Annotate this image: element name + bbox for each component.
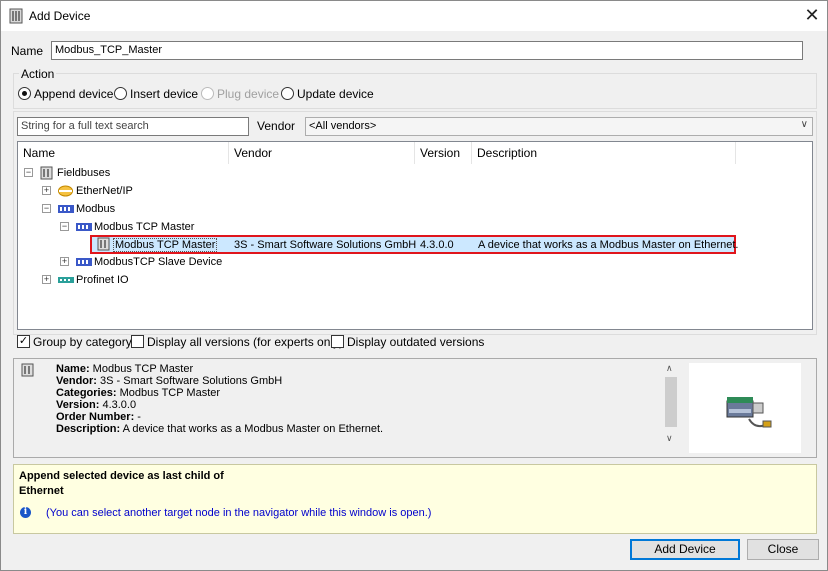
display-all-versions-label[interactable]: Display all versions (for experts only)	[147, 335, 343, 349]
expand-toggle[interactable]: +	[42, 186, 51, 195]
info-icon: i	[20, 507, 31, 518]
vendor-label: Vendor	[257, 119, 296, 133]
info-vendor: Vendor: 3S - Smart Software Solutions Gm…	[56, 375, 283, 387]
append-device-label[interactable]: Append device	[34, 87, 113, 101]
group-by-category-checkbox[interactable]: ✓	[17, 335, 30, 348]
device-vendor-cell: 3S - Smart Software Solutions GmbH	[234, 239, 417, 251]
info-version: Version: 4.3.0.0	[56, 399, 137, 411]
message-line2: Ethernet	[19, 485, 64, 497]
ethernet-ip-icon	[58, 185, 73, 197]
chevron-down-icon[interactable]: ∨	[801, 119, 808, 130]
modbus-icon	[58, 205, 74, 213]
column-header-description[interactable]: Description	[472, 142, 736, 164]
append-device-radio[interactable]	[18, 87, 31, 100]
tree-item-modbustcp-slave-device[interactable]: ModbusTCP Slave Device	[94, 256, 222, 274]
update-device-radio[interactable]	[281, 87, 294, 100]
device-name-cell: Modbus TCP Master	[112, 238, 218, 252]
profinet-icon	[58, 277, 74, 283]
modbus-icon	[76, 258, 92, 266]
device-icon	[9, 8, 23, 24]
column-header-name[interactable]: Name	[18, 142, 229, 164]
collapse-toggle[interactable]: −	[24, 168, 33, 177]
column-header-vendor[interactable]: Vendor	[229, 142, 415, 164]
device-icon	[21, 363, 34, 377]
modbus-device-picture	[726, 397, 772, 428]
insert-device-label[interactable]: Insert device	[130, 87, 198, 101]
close-button[interactable]: Close	[747, 539, 819, 560]
device-table: Name Vendor Version Description − Fieldb…	[17, 141, 813, 330]
scroll-down-icon[interactable]: ∨	[666, 433, 673, 444]
add-device-button[interactable]: Add Device	[630, 539, 740, 560]
tree-item-ethernet-ip[interactable]: EtherNet/IP	[76, 185, 133, 203]
vendor-select-value: <All vendors>	[309, 120, 377, 132]
device-image	[689, 363, 801, 453]
display-outdated-checkbox[interactable]	[331, 335, 344, 348]
scroll-thumb[interactable]	[665, 377, 677, 427]
vendor-select[interactable]: <All vendors> ∨	[305, 117, 813, 136]
info-categories: Categories: Modbus TCP Master	[56, 387, 221, 399]
update-device-label[interactable]: Update device	[297, 87, 374, 101]
display-all-versions-checkbox[interactable]	[131, 335, 144, 348]
display-outdated-label[interactable]: Display outdated versions	[347, 335, 484, 349]
action-legend: Action	[19, 67, 57, 81]
title-bar: Add Device ✕	[1, 1, 827, 31]
add-device-dialog: Add Device ✕ Name Modbus_TCP_Master Acti…	[0, 0, 828, 571]
info-name: Name: Modbus TCP Master	[56, 363, 194, 375]
expand-toggle[interactable]: +	[42, 275, 51, 284]
message-line1: Append selected device as last child of	[19, 470, 224, 482]
expand-toggle[interactable]: +	[60, 257, 69, 266]
info-order-number: Order Number: -	[56, 411, 141, 423]
tree-item-profinet-io[interactable]: Profinet IO	[76, 274, 129, 292]
group-by-category-label[interactable]: Group by category	[33, 335, 132, 349]
device-icon	[97, 237, 110, 251]
device-description-cell: A device that works as a Modbus Master o…	[478, 239, 739, 251]
collapse-toggle[interactable]: −	[42, 204, 51, 213]
info-scrollbar[interactable]: ∧ ∨	[663, 363, 679, 447]
info-description: Description: A device that works as a Mo…	[56, 423, 384, 435]
tree-item-fieldbuses[interactable]: Fieldbuses	[57, 167, 110, 185]
column-header-version[interactable]: Version	[415, 142, 472, 164]
modbus-icon	[76, 223, 92, 231]
search-input[interactable]: String for a full text search	[17, 117, 249, 136]
plug-device-radio	[201, 87, 214, 100]
message-hint: (You can select another target node in t…	[46, 507, 432, 519]
device-icon	[40, 166, 53, 180]
close-icon[interactable]: ✕	[801, 5, 823, 25]
selected-device-row[interactable]: Modbus TCP Master 3S - Smart Software So…	[90, 235, 739, 254]
insert-device-radio[interactable]	[114, 87, 127, 100]
name-label: Name	[11, 44, 44, 58]
name-input[interactable]: Modbus_TCP_Master	[51, 41, 803, 60]
collapse-toggle[interactable]: −	[60, 222, 69, 231]
window-title: Add Device	[29, 9, 91, 23]
device-version-cell: 4.3.0.0	[420, 239, 454, 251]
plug-device-label: Plug device	[217, 87, 280, 101]
scroll-up-icon[interactable]: ∧	[666, 363, 673, 374]
tree-item-modbus[interactable]: Modbus	[76, 203, 115, 221]
